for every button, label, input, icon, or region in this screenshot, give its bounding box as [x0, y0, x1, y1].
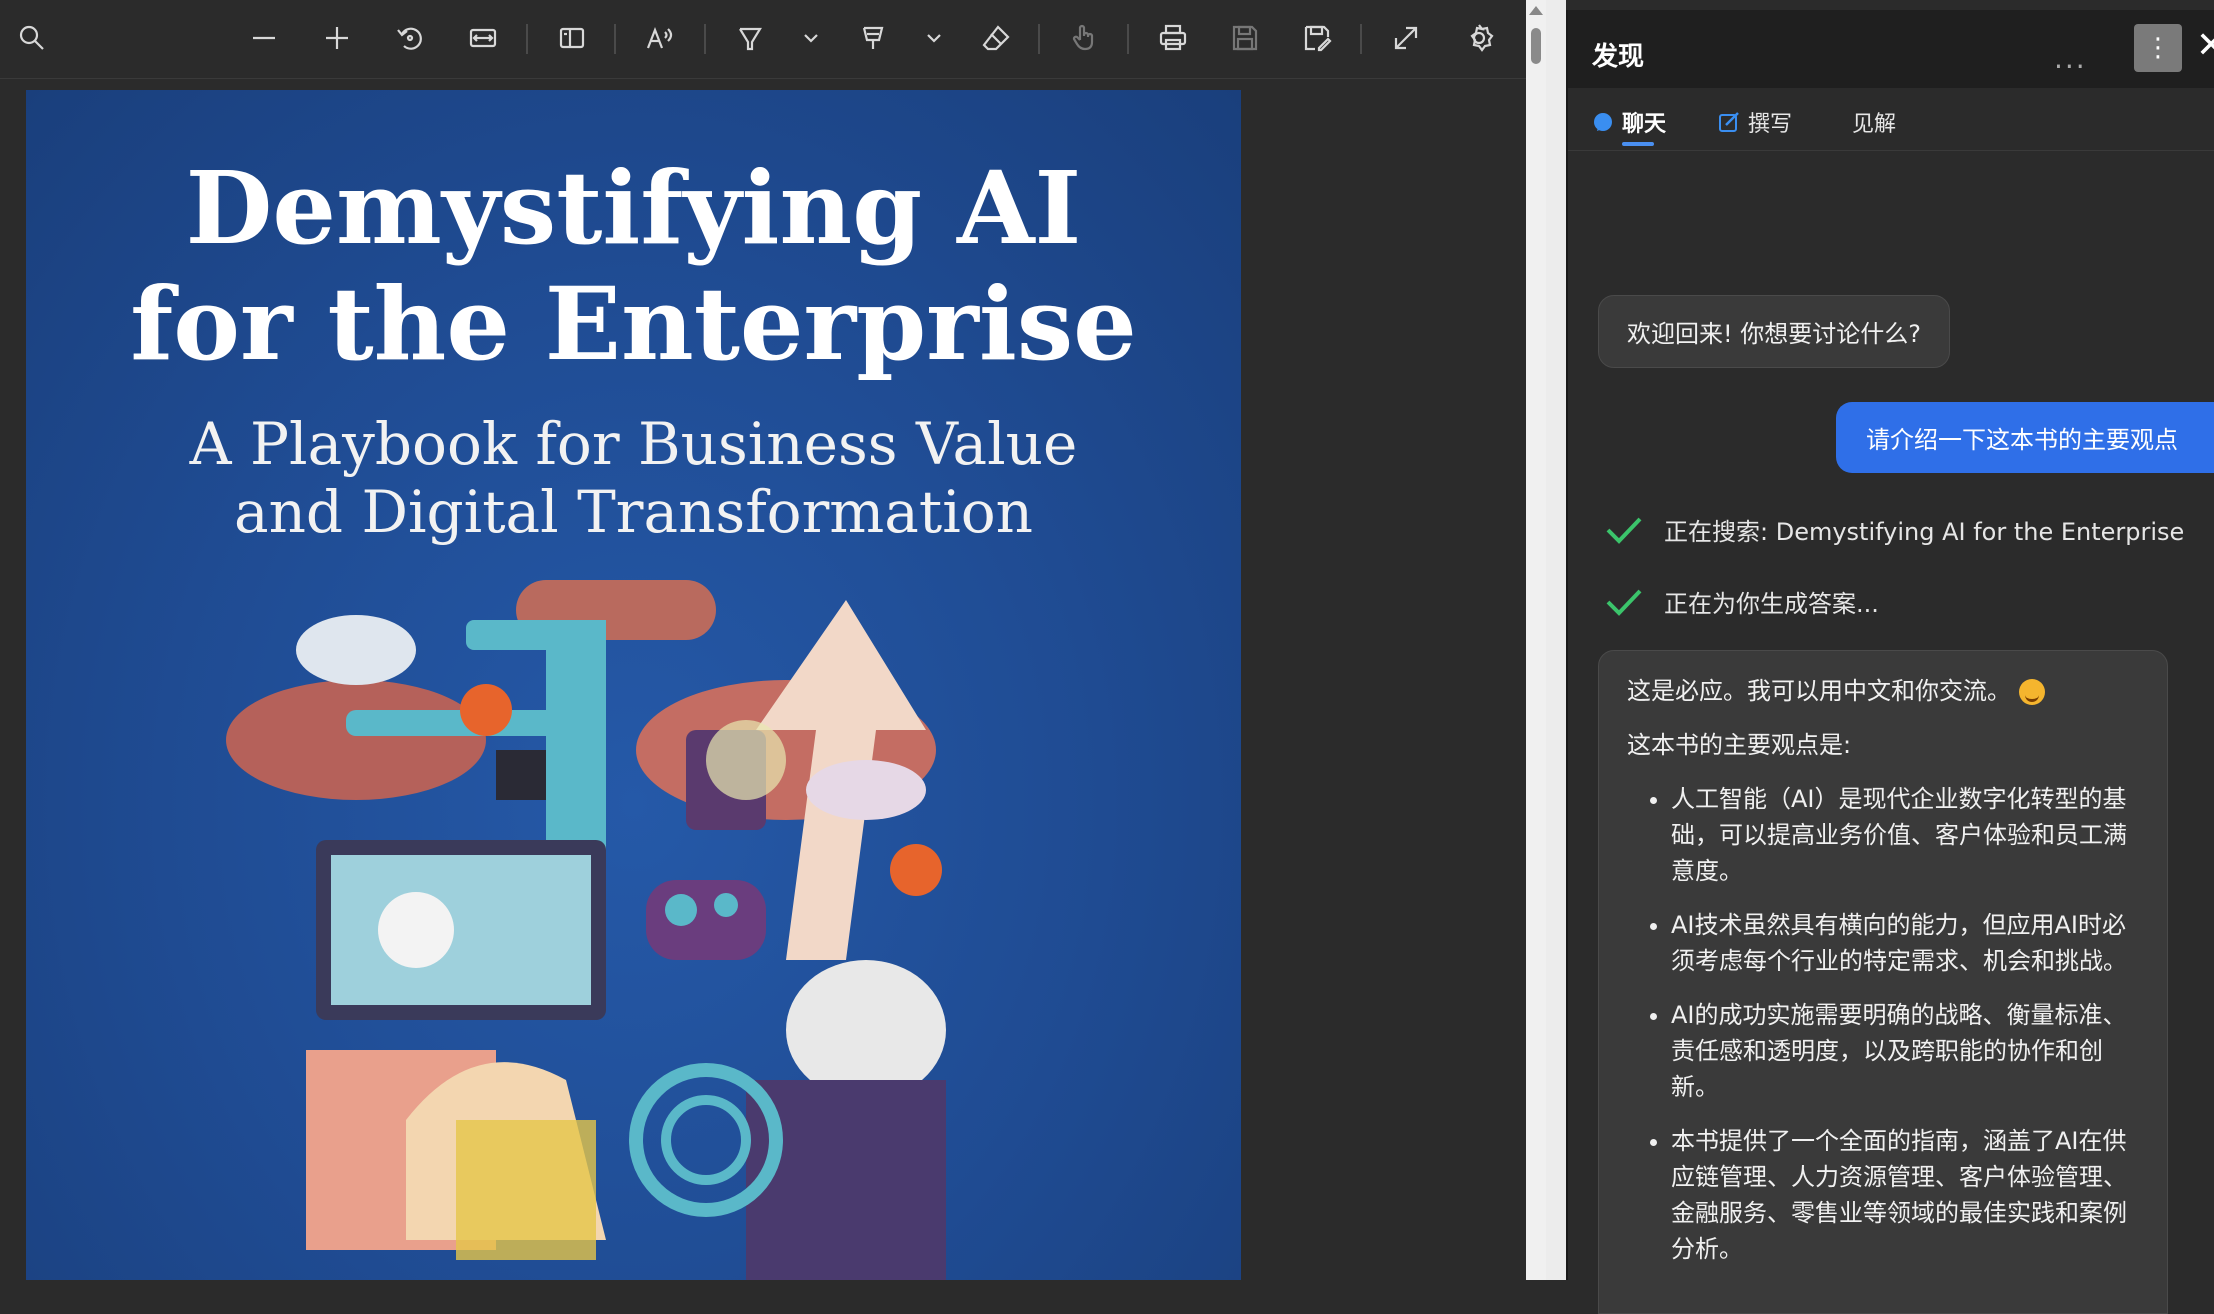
search-icon[interactable]	[8, 14, 56, 62]
zoom-in-icon[interactable]	[313, 14, 361, 62]
close-icon[interactable]: ✕	[2196, 28, 2214, 64]
discover-panel: 发现 ··· ⋮ ✕ 聊天 撰写 见解 欢迎回来! 你想要讨论什么? 请介绍一下…	[1566, 10, 2214, 1314]
list-item: AI技术虽然具有横向的能力，但应用AI时必须考虑每个行业的特定需求、机会和挑战。	[1671, 907, 2139, 979]
fullscreen-icon[interactable]	[1382, 14, 1430, 62]
toolbar-divider	[1127, 24, 1129, 54]
more-icon[interactable]: ···	[2054, 50, 2087, 83]
read-aloud-icon[interactable]	[636, 14, 684, 62]
answer-bullets: 人工智能（AI）是现代企业数字化转型的基础，可以提高业务价值、客户体验和员工满意…	[1627, 781, 2139, 1267]
list-item: 本书提供了一个全面的指南，涵盖了AI在供应链管理、人力资源管理、客户体验管理、金…	[1671, 1123, 2139, 1267]
check-icon	[1606, 589, 1642, 616]
draw-icon[interactable]	[849, 14, 897, 62]
panel-title: 发现	[1592, 42, 1645, 72]
status-searching: 正在搜索: Demystifying AI for the Enterprise	[1604, 512, 2184, 547]
tab-chat-label: 聊天	[1622, 112, 1667, 137]
welcome-message: 欢迎回来! 你想要讨论什么?	[1598, 295, 1950, 368]
cover-subtitle: A Playbook for Business Value and Digita…	[189, 410, 1078, 546]
tab-compose-label: 撰写	[1748, 112, 1793, 137]
check-icon	[1606, 517, 1642, 544]
toolbar-divider	[1360, 24, 1362, 54]
active-tab-indicator	[1622, 142, 1654, 146]
answer-lead: 这本书的主要观点是:	[1627, 731, 1852, 759]
viewer-toolbar	[0, 0, 1526, 79]
cover-illustration	[226, 580, 946, 1280]
kebab-menu-button[interactable]: ⋮	[2134, 24, 2182, 72]
viewer-scrollbar[interactable]	[1526, 0, 1546, 1280]
chevron-down-icon[interactable]	[920, 14, 948, 62]
fit-width-icon[interactable]	[459, 14, 507, 62]
compose-icon	[1719, 112, 1739, 132]
list-item: AI的成功实施需要明确的战略、衡量标准、责任感和透明度，以及跨职能的协作和创新。	[1671, 997, 2139, 1105]
answer-intro: 这是必应。我可以用中文和你交流。	[1627, 673, 2139, 709]
toolbar-divider	[704, 24, 706, 54]
panel-header: 发现 ··· ⋮ ✕	[1568, 10, 2214, 88]
page-view-icon[interactable]	[548, 14, 596, 62]
touch-icon[interactable]	[1060, 14, 1108, 62]
toolbar-divider	[526, 24, 528, 54]
toolbar-divider	[614, 24, 616, 54]
chat-icon	[1594, 113, 1612, 131]
list-item: 人工智能（AI）是现代企业数字化转型的基础，可以提高业务价值、客户体验和员工满意…	[1671, 781, 2139, 889]
tab-chat[interactable]: 聊天	[1592, 106, 1667, 146]
zoom-out-icon[interactable]	[240, 14, 288, 62]
pdf-viewer: Demystifying AI for the Enterprise A Pla…	[0, 0, 1526, 1280]
answer-message: 这是必应。我可以用中文和你交流。 这本书的主要观点是: 人工智能（AI）是现代企…	[1598, 650, 2168, 1314]
cover-title: Demystifying AI for the Enterprise	[130, 149, 1137, 383]
status-text: 正在为你生成答案...	[1664, 590, 1879, 618]
highlight-icon[interactable]	[726, 14, 774, 62]
chevron-down-icon[interactable]	[797, 14, 825, 62]
panel-gap	[1546, 0, 1566, 1280]
scroll-thumb[interactable]	[1531, 28, 1541, 64]
pdf-page[interactable]: Demystifying AI for the Enterprise A Pla…	[26, 90, 1241, 1280]
rotate-icon[interactable]	[386, 14, 434, 62]
erase-icon[interactable]	[972, 14, 1020, 62]
status-generating: 正在为你生成答案...	[1604, 584, 1879, 619]
print-icon[interactable]	[1149, 14, 1197, 62]
status-text: 正在搜索: Demystifying AI for the Enterprise	[1664, 518, 2185, 546]
settings-icon[interactable]	[1455, 14, 1503, 62]
toolbar-divider	[1038, 24, 1040, 54]
smile-emoji-icon	[2019, 679, 2045, 705]
tab-compose[interactable]: 撰写	[1718, 106, 1792, 138]
panel-tabs: 聊天 撰写 见解	[1568, 88, 2214, 151]
scroll-up-arrow[interactable]	[1529, 6, 1543, 15]
user-message: 请介绍一下这本书的主要观点	[1836, 402, 2214, 473]
save-as-icon[interactable]	[1293, 14, 1341, 62]
tab-insights-label: 见解	[1852, 112, 1897, 137]
save-icon[interactable]	[1221, 14, 1269, 62]
tab-insights[interactable]: 见解	[1852, 106, 1896, 138]
